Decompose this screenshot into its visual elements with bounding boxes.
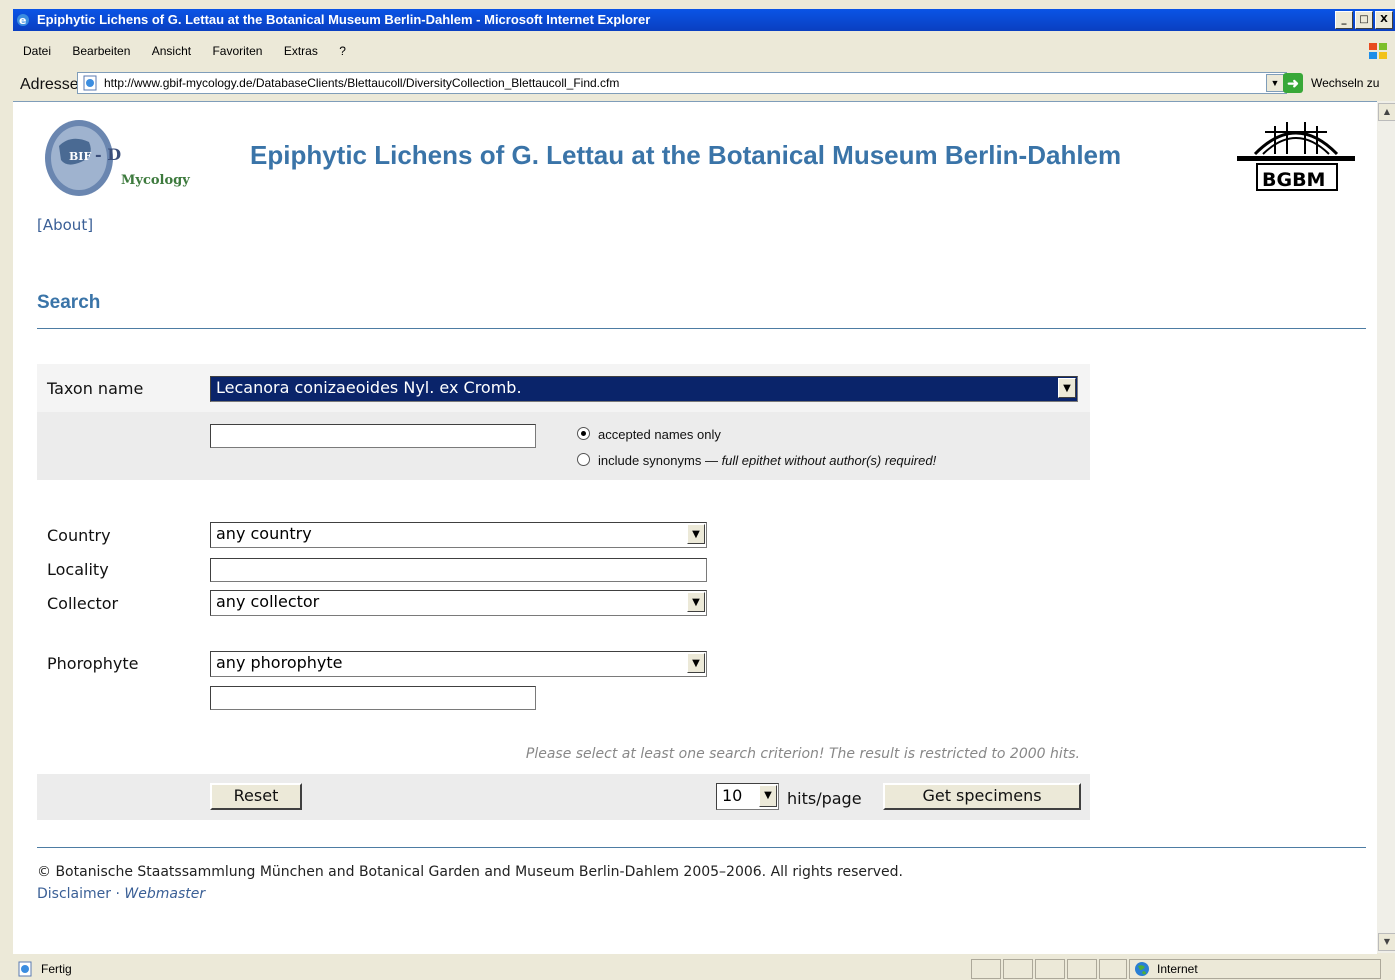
- address-bar: Adresse http://www.gbif-mycology.de/Data…: [13, 70, 1395, 96]
- menu-bar: Datei Bearbeiten Ansicht Favoriten Extra…: [13, 38, 1395, 64]
- vertical-scrollbar[interactable]: ▲ ▼: [1377, 101, 1395, 953]
- radio-include-synonyms[interactable]: include synonyms — full epithet without …: [577, 453, 936, 468]
- locality-input[interactable]: [210, 558, 707, 582]
- radio-accepted-label: accepted names only: [598, 427, 721, 442]
- phorophyte-label: Phorophyte: [47, 654, 139, 673]
- svg-text:BIF: BIF: [69, 150, 91, 163]
- taxon-name-label: Taxon name: [47, 379, 144, 398]
- chevron-down-icon[interactable]: ▼: [687, 592, 705, 612]
- chevron-down-icon[interactable]: ▼: [687, 524, 705, 544]
- collector-label: Collector: [47, 594, 119, 613]
- maximize-button[interactable]: □: [1355, 11, 1373, 29]
- phorophyte-input[interactable]: [210, 686, 536, 710]
- taxon-name-select[interactable]: Lecanora conizaeoides Nyl. ex Cromb. ▼: [210, 376, 1078, 402]
- address-dropdown-icon[interactable]: ▼: [1266, 74, 1284, 92]
- phorophyte-selected: any phorophyte: [216, 653, 343, 672]
- country-selected: any country: [216, 524, 312, 543]
- status-text: Fertig: [41, 962, 72, 976]
- reset-button[interactable]: Reset: [210, 783, 302, 810]
- status-cell: [1035, 959, 1065, 979]
- hits-per-page-label: hits/page: [787, 789, 862, 808]
- globe-icon: [1135, 962, 1149, 976]
- radio-checked-icon[interactable]: [577, 427, 590, 440]
- country-select[interactable]: any country ▼: [210, 522, 707, 548]
- footer-links: Disclaimer · Webmaster: [37, 886, 205, 902]
- collector-selected: any collector: [216, 592, 320, 611]
- page-content: - D Mycology BIF Epiphytic Lichens of G.…: [13, 101, 1377, 954]
- collector-select[interactable]: any collector ▼: [210, 590, 707, 616]
- page-title: Epiphytic Lichens of G. Lettau at the Bo…: [250, 140, 1122, 170]
- security-zone[interactable]: Internet: [1129, 959, 1381, 979]
- footer-copyright: © Botanische Staatssammlung München and …: [37, 864, 903, 880]
- svg-text:- D: - D: [95, 145, 121, 164]
- menu-bearbeiten[interactable]: Bearbeiten: [72, 44, 130, 58]
- taxon-name-input[interactable]: [210, 424, 536, 448]
- radio-unchecked-icon[interactable]: [577, 453, 590, 466]
- menu-ansicht[interactable]: Ansicht: [152, 44, 191, 58]
- window-title: Epiphytic Lichens of G. Lettau at the Bo…: [37, 12, 651, 27]
- divider: [37, 328, 1366, 329]
- about-link[interactable]: [About]: [37, 216, 93, 234]
- search-note: Please select at least one search criter…: [525, 746, 1080, 762]
- go-arrow-icon: ➜: [1283, 73, 1303, 93]
- footer-separator: ·: [111, 886, 125, 902]
- address-input[interactable]: http://www.gbif-mycology.de/DatabaseClie…: [77, 72, 1287, 94]
- bgbm-logo[interactable]: BGBM: [1235, 118, 1357, 193]
- status-bar: Fertig Internet: [13, 958, 1395, 980]
- scroll-up-icon[interactable]: ▲: [1378, 103, 1395, 121]
- close-button[interactable]: X: [1375, 11, 1393, 29]
- phorophyte-select[interactable]: any phorophyte ▼: [210, 651, 707, 677]
- disclaimer-link[interactable]: Disclaimer: [37, 886, 111, 902]
- window-titlebar[interactable]: e Epiphytic Lichens of G. Lettau at the …: [13, 9, 1395, 31]
- address-url: http://www.gbif-mycology.de/DatabaseClie…: [104, 76, 620, 90]
- hits-selected: 10: [722, 786, 743, 805]
- internet-explorer-icon: e: [17, 14, 29, 27]
- gbif-mycology-logo[interactable]: - D Mycology BIF: [41, 116, 191, 200]
- scroll-down-icon[interactable]: ▼: [1378, 933, 1395, 951]
- address-label: Adresse: [20, 76, 79, 93]
- go-button[interactable]: ➜ Wechseln zu: [1283, 73, 1393, 93]
- radio-synonyms-label: include synonyms —: [598, 453, 722, 468]
- status-cell: [971, 959, 1001, 979]
- radio-accepted-names[interactable]: accepted names only: [577, 427, 721, 442]
- svg-text:e: e: [19, 14, 26, 27]
- chevron-down-icon[interactable]: ▼: [1058, 378, 1076, 398]
- search-form: Taxon name Lecanora conizaeoides Nyl. ex…: [37, 364, 1090, 820]
- status-cell: [1067, 959, 1097, 979]
- locality-label: Locality: [47, 560, 109, 579]
- status-cell: [1099, 959, 1127, 979]
- zone-label: Internet: [1157, 962, 1198, 976]
- chevron-down-icon[interactable]: ▼: [759, 785, 777, 807]
- windows-logo-icon: [1369, 43, 1387, 59]
- chevron-down-icon[interactable]: ▼: [687, 653, 705, 673]
- taxon-name-selected: Lecanora conizaeoides Nyl. ex Cromb.: [216, 378, 522, 397]
- status-cell: [1003, 959, 1033, 979]
- menu-favoriten[interactable]: Favoriten: [212, 44, 262, 58]
- go-label: Wechseln zu: [1311, 76, 1380, 90]
- taxon-band-lower: [37, 412, 1090, 480]
- svg-text:BGBM: BGBM: [1262, 169, 1325, 191]
- radio-synonyms-note: full epithet without author(s) required!: [721, 453, 937, 468]
- page-icon: [83, 75, 97, 91]
- menu-extras[interactable]: Extras: [284, 44, 318, 58]
- page-loaded-icon: [18, 961, 32, 977]
- divider: [37, 847, 1366, 848]
- country-label: Country: [47, 526, 111, 545]
- menu-help[interactable]: ?: [339, 44, 346, 58]
- svg-text:Mycology: Mycology: [121, 173, 190, 188]
- get-specimens-button[interactable]: Get specimens: [883, 783, 1081, 810]
- menu-datei[interactable]: Datei: [23, 44, 51, 58]
- hits-per-page-select[interactable]: 10 ▼: [716, 783, 779, 810]
- minimize-button[interactable]: _: [1335, 11, 1353, 29]
- search-heading: Search: [37, 292, 101, 313]
- webmaster-link[interactable]: Webmaster: [124, 886, 205, 902]
